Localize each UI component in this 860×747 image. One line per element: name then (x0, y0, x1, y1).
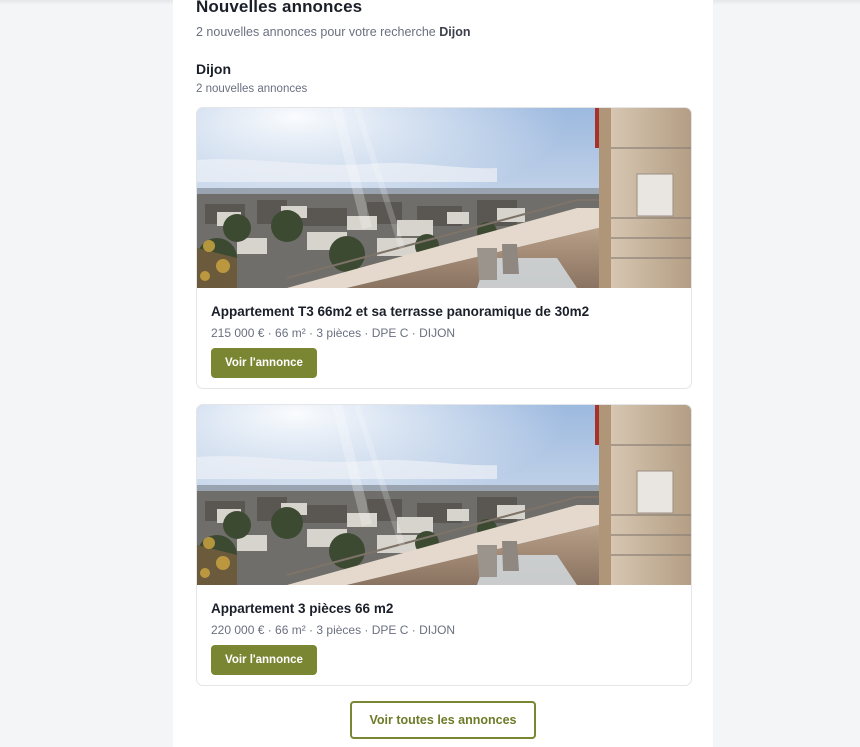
view-all-listings-button[interactable]: Voir toutes les annonces (350, 701, 536, 739)
listing-card[interactable]: Appartement T3 66m2 et sa terrasse panor… (196, 107, 692, 389)
listing-title[interactable]: Appartement T3 66m2 et sa terrasse panor… (211, 304, 589, 319)
view-listing-button[interactable]: Voir l'annonce (211, 348, 317, 378)
intro-prefix: 2 nouvelles annonces pour votre recherch… (196, 25, 436, 39)
listing-body: Appartement T3 66m2 et sa terrasse panor… (197, 288, 691, 388)
listing-photo[interactable] (197, 108, 691, 288)
listing-meta: 220 000 € · 66 m² · 3 pièces · DPE C · D… (211, 623, 456, 637)
intro-text: 2 nouvelles annonces pour votre recherch… (196, 25, 470, 39)
page-title: Nouvelles annonces (196, 0, 363, 16)
listing-card[interactable]: Appartement 3 pièces 66 m2 220 000 € · 6… (196, 404, 692, 686)
email-body: Nouvelles annonces 2 nouvelles annonces … (173, 0, 713, 747)
listing-photo[interactable] (197, 405, 691, 585)
listing-meta: 215 000 € · 66 m² · 3 pièces · DPE C · D… (211, 326, 456, 340)
page: Nouvelles annonces 2 nouvelles annonces … (0, 0, 860, 747)
view-listing-button[interactable]: Voir l'annonce (211, 645, 317, 675)
listing-title[interactable]: Appartement 3 pièces 66 m2 (211, 601, 393, 616)
listing-body: Appartement 3 pièces 66 m2 220 000 € · 6… (197, 585, 691, 685)
city-group-title: Dijon (196, 61, 231, 77)
city-group-count: 2 nouvelles annonces (196, 83, 308, 95)
intro-search-term: Dijon (439, 25, 471, 39)
